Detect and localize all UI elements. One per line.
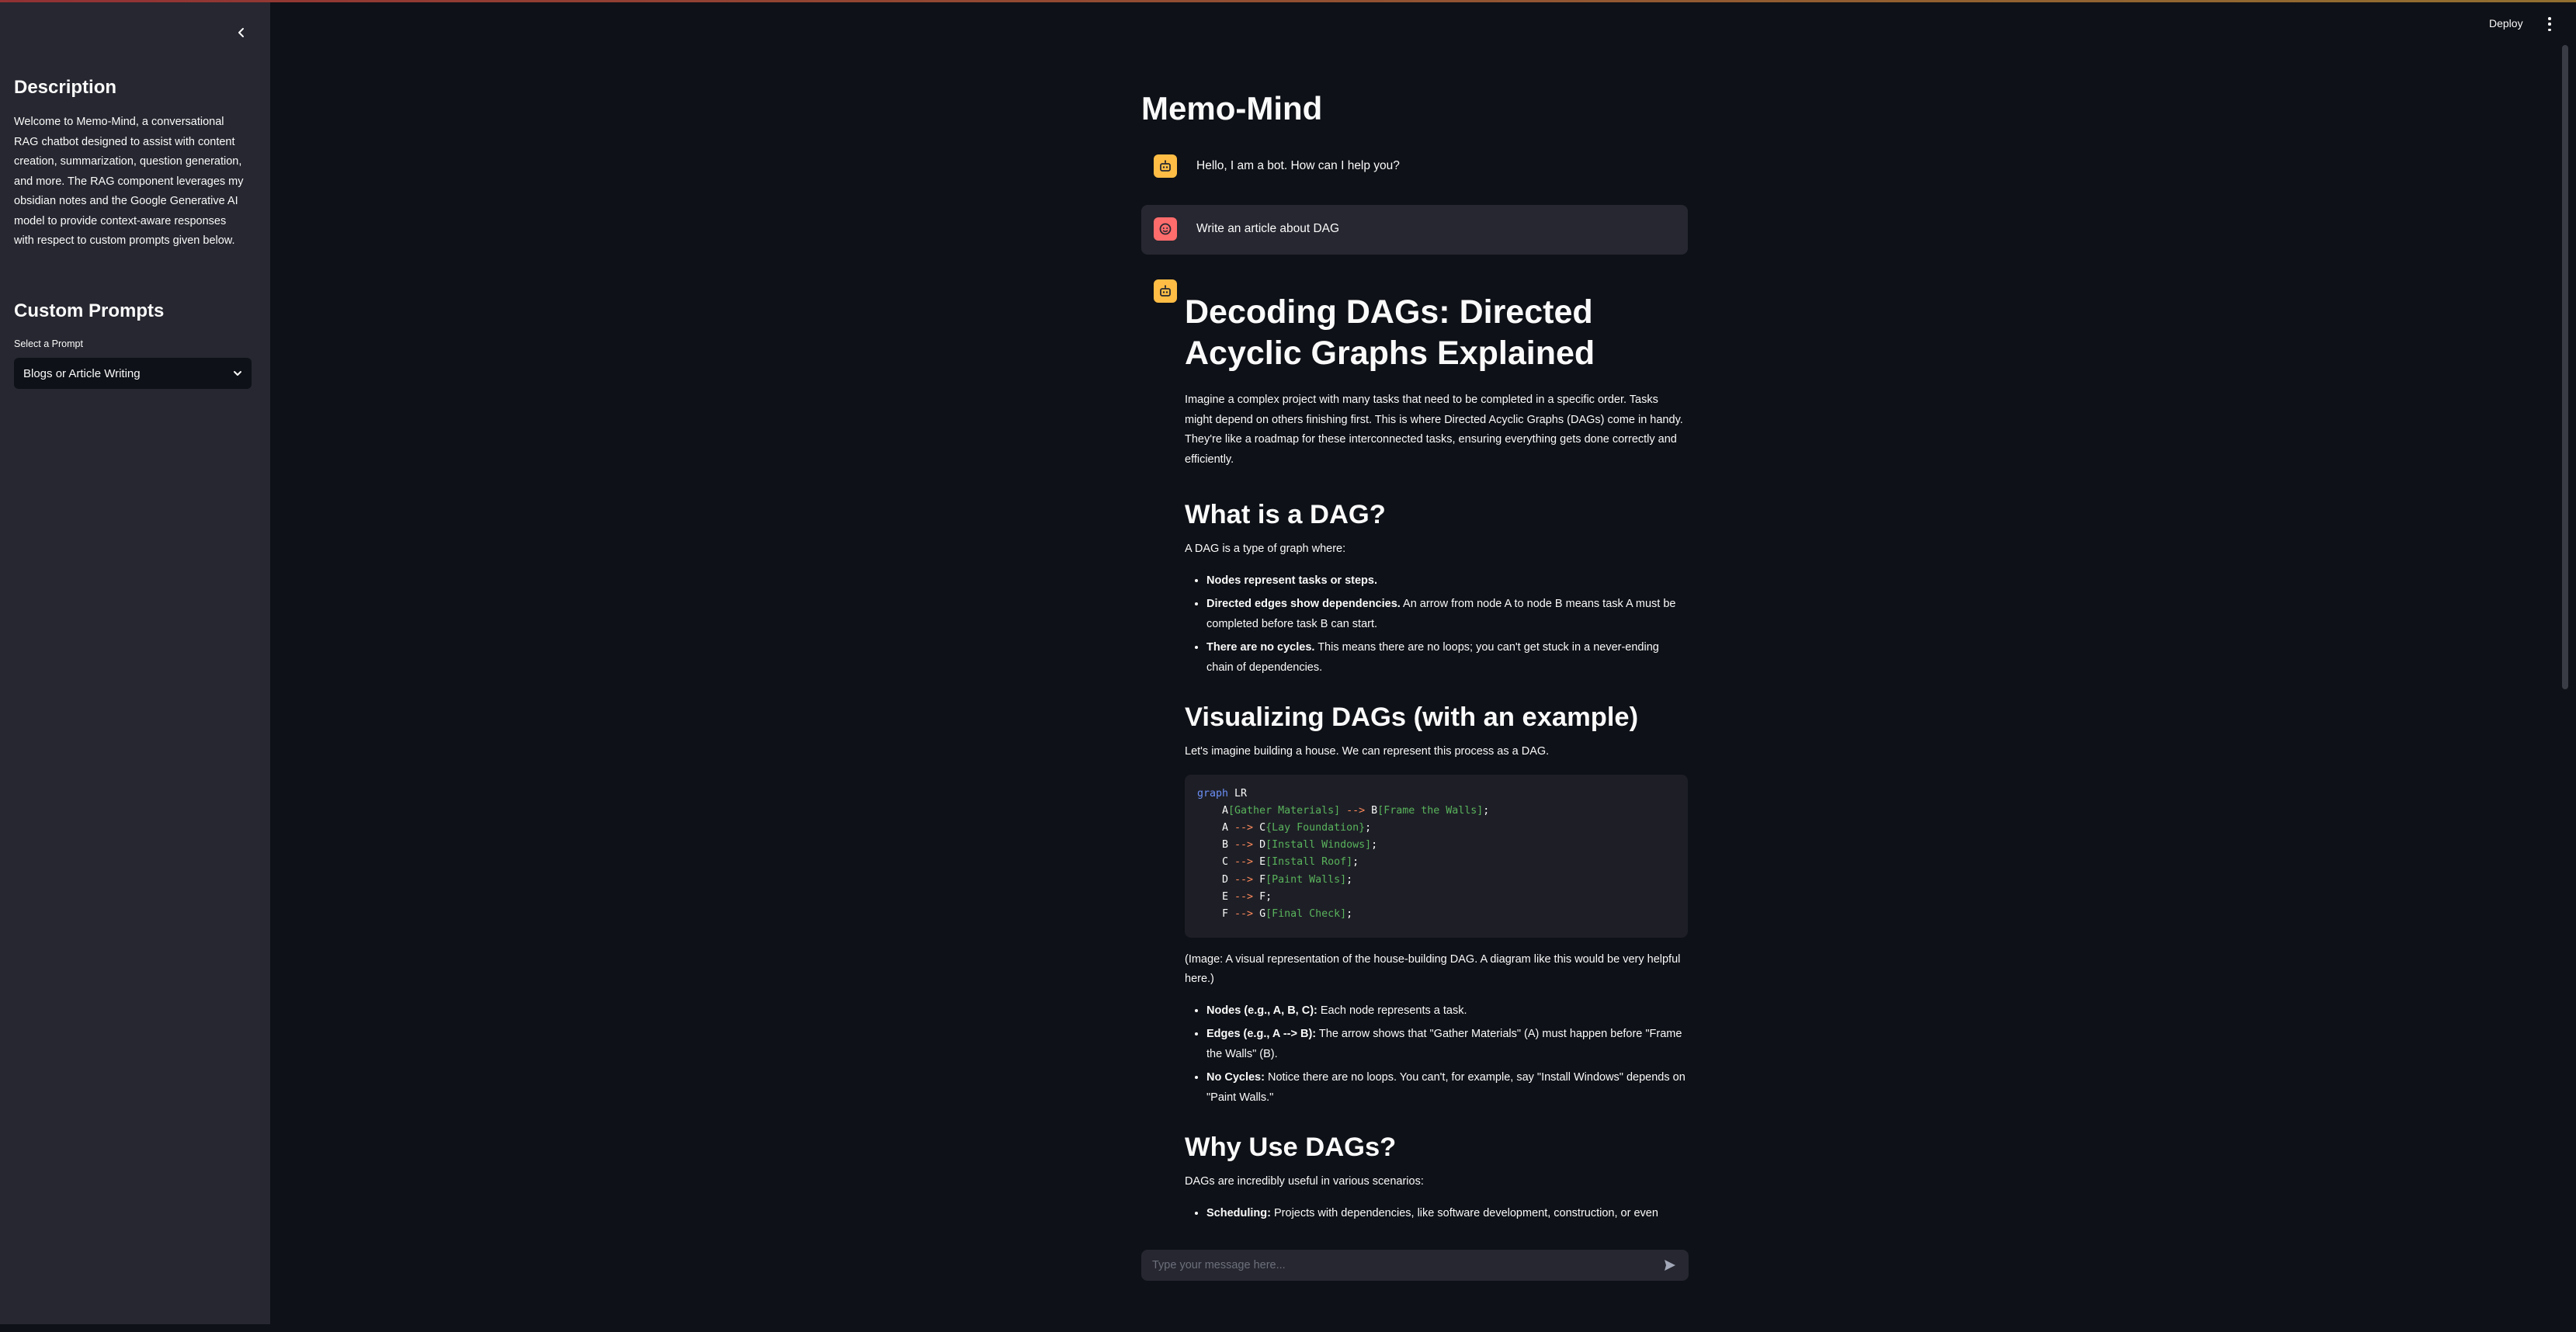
- code-block[interactable]: graph LR A[Gather Materials] --> B[Frame…: [1185, 774, 1688, 938]
- why-intro: DAGs are incredibly useful in various sc…: [1185, 1175, 1424, 1188]
- what-list: Nodes represent tasks or steps. Directed…: [1185, 571, 1688, 678]
- list-item: There are no cycles. This means there ar…: [1206, 638, 1688, 678]
- prompt-select[interactable]: Blogs or Article Writing: [14, 358, 252, 389]
- assistant-article: Decoding DAGs: Directed Acyclic Graphs E…: [1185, 292, 1688, 1227]
- select-prompt-label: Select a Prompt: [14, 338, 83, 349]
- what-intro: A DAG is a type of graph where:: [1185, 543, 1346, 555]
- list-item: Scheduling: Projects with dependencies, …: [1206, 1204, 1688, 1224]
- image-note: (Image: A visual representation of the h…: [1185, 952, 1681, 986]
- main-menu-button[interactable]: [2543, 17, 2556, 31]
- chat-input[interactable]: [1151, 1258, 1635, 1272]
- list-item: Edges (e.g., A --> B): The arrow shows t…: [1206, 1025, 1688, 1064]
- page-title: Memo-Mind: [1141, 90, 1323, 127]
- user-face-icon: [1159, 223, 1172, 235]
- bot-icon: [1160, 285, 1171, 297]
- chevron-left-icon: [238, 28, 244, 37]
- message-text: Hello, I am a bot. How can I help you?: [1196, 159, 1400, 172]
- chevron-down-icon: [234, 371, 241, 376]
- bottom-edge: [0, 1324, 2576, 1332]
- message-text: Write an article about DAG: [1196, 222, 1340, 235]
- deploy-button[interactable]: Deploy: [2489, 17, 2523, 29]
- top-decoration-bar: [0, 0, 2576, 2]
- user-avatar: [1154, 217, 1177, 241]
- main-scrollbar[interactable]: [2562, 45, 2568, 689]
- article-title: Decoding DAGs: Directed Acyclic Graphs E…: [1185, 293, 1595, 372]
- explain-list: Nodes (e.g., A, B, C): Each node represe…: [1185, 1001, 1688, 1108]
- section-heading-why: Why Use DAGs?: [1185, 1133, 1397, 1162]
- bot-icon: [1160, 160, 1171, 172]
- bot-avatar: [1154, 279, 1177, 303]
- send-icon: [1665, 1260, 1675, 1271]
- why-list: Scheduling: Projects with dependencies, …: [1185, 1204, 1688, 1224]
- section-heading-visualizing: Visualizing DAGs (with an example): [1185, 702, 1639, 732]
- collapse-sidebar-button[interactable]: [230, 21, 253, 44]
- section-heading-what: What is a DAG?: [1185, 500, 1386, 529]
- custom-prompts-heading: Custom Prompts: [14, 300, 165, 321]
- bot-avatar: [1154, 154, 1177, 178]
- kebab-menu-icon: [2548, 17, 2551, 20]
- send-button[interactable]: [1661, 1256, 1679, 1275]
- description-heading: Description: [14, 77, 117, 98]
- chat-input-container[interactable]: [1141, 1250, 1689, 1281]
- chat-message-user: Write an article about DAG: [1141, 205, 1688, 255]
- list-item: Nodes represent tasks or steps.: [1206, 571, 1688, 591]
- prompt-select-value: Blogs or Article Writing: [23, 366, 141, 380]
- list-item: No Cycles: Notice there are no loops. Yo…: [1206, 1068, 1688, 1108]
- visual-intro: Let's imagine building a house. We can r…: [1185, 745, 1550, 758]
- list-item: Directed edges show dependencies. An arr…: [1206, 595, 1688, 634]
- list-item: Nodes (e.g., A, B, C): Each node represe…: [1206, 1001, 1688, 1022]
- description-text: Welcome to Memo-Mind, a conversational R…: [14, 116, 244, 247]
- chat-message-assistant: Hello, I am a bot. How can I help you?: [1141, 154, 1688, 178]
- sidebar: Description Welcome to Memo-Mind, a conv…: [0, 2, 270, 1324]
- article-intro: Imagine a complex project with many task…: [1185, 394, 1683, 466]
